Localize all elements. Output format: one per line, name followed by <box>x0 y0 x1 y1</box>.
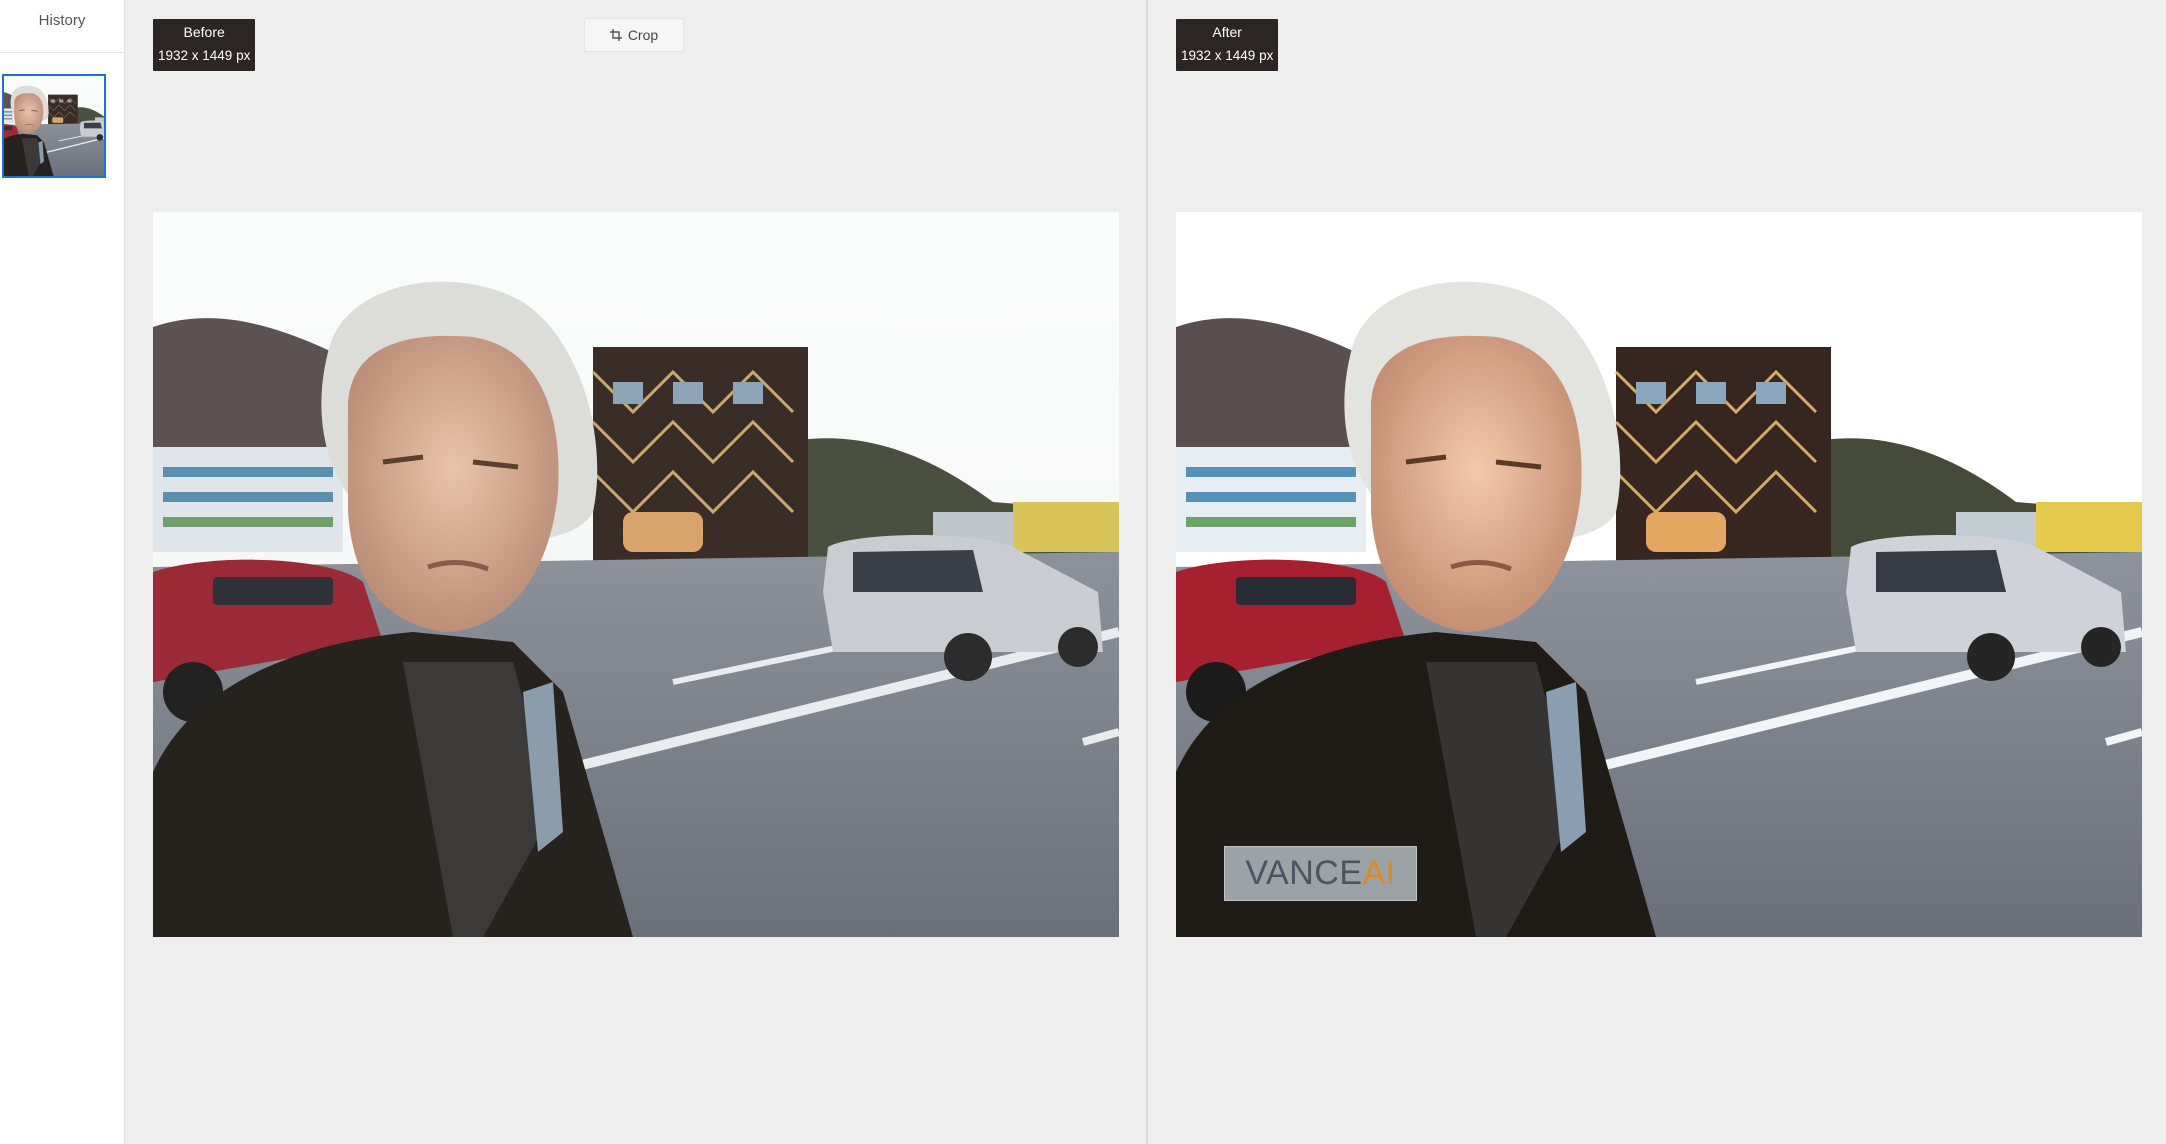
after-photo <box>1176 212 2142 937</box>
after-panel: After 1932 x 1449 px VANCE AI <box>1148 0 2166 1144</box>
before-image <box>153 212 1119 937</box>
watermark-text: VANCE <box>1245 854 1363 892</box>
before-size-tag: Before 1932 x 1449 px <box>153 19 256 71</box>
portrait-street-thumbnail <box>4 76 104 176</box>
watermark-accent-text: AI <box>1362 854 1396 892</box>
before-panel: Before 1932 x 1449 px Crop <box>126 0 1146 1144</box>
watermark-logo: VANCE AI <box>1224 846 1417 901</box>
history-title: History <box>0 0 124 53</box>
after-image: VANCE AI <box>1176 212 2142 937</box>
after-size-tag: After 1932 x 1449 px <box>1176 19 1279 71</box>
before-photo <box>153 212 1119 937</box>
after-dimensions: 1932 x 1449 px <box>1181 48 1274 63</box>
before-dimensions: 1932 x 1449 px <box>158 48 251 63</box>
history-item-thumbnail[interactable] <box>2 74 106 178</box>
crop-label: Crop <box>627 27 659 43</box>
history-sidebar: History <box>0 0 125 1144</box>
before-label: Before <box>183 24 225 40</box>
crop-icon <box>609 29 622 41</box>
crop-button[interactable]: Crop <box>584 18 684 52</box>
after-label: After <box>1212 24 1242 40</box>
